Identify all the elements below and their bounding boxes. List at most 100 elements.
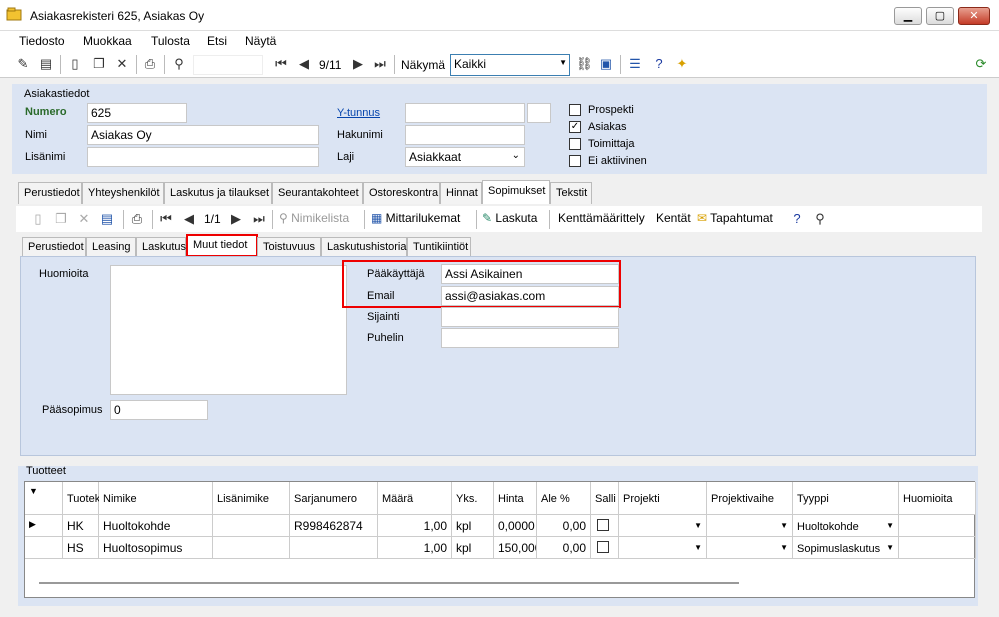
- cell-yks[interactable]: kpl: [452, 537, 494, 559]
- cell-hinta[interactable]: 150,0000: [494, 537, 537, 559]
- last-record-icon[interactable]: ⏭: [372, 56, 388, 72]
- event-icon[interactable]: ✦: [674, 56, 690, 72]
- save-icon[interactable]: ▤: [99, 211, 115, 227]
- cell-nimike[interactable]: Huoltokohde: [99, 515, 213, 537]
- print-icon[interactable]: ⎙: [142, 56, 158, 72]
- row-selector[interactable]: [25, 537, 63, 559]
- copy-icon[interactable]: ❐: [91, 56, 107, 72]
- column-header[interactable]: Ale %: [537, 482, 591, 515]
- tab-sopimukset[interactable]: Sopimukset: [482, 180, 550, 204]
- sijainti-field[interactable]: [441, 307, 619, 327]
- menu-tulosta[interactable]: Tulosta: [151, 34, 190, 48]
- new-icon[interactable]: ▯: [67, 56, 83, 72]
- cell-hinta[interactable]: 0,0000: [494, 515, 537, 537]
- numero-field[interactable]: 625: [87, 103, 187, 123]
- search-input[interactable]: [193, 55, 263, 75]
- kentat-button[interactable]: Kentät: [656, 211, 691, 225]
- first-record-icon[interactable]: ⏮: [273, 56, 289, 72]
- puhelin-field[interactable]: [441, 328, 619, 348]
- cell-ale[interactable]: 0,00: [537, 537, 591, 559]
- nimi-field[interactable]: Asiakas Oy: [87, 125, 319, 145]
- laskuta-button[interactable]: ✎ Laskuta: [482, 211, 537, 225]
- menu-muokkaa[interactable]: Muokkaa: [83, 34, 132, 48]
- column-header[interactable]: Projektivaihe: [707, 482, 793, 515]
- next-record-icon[interactable]: ▶: [228, 211, 244, 227]
- tab-seurantakohteet[interactable]: Seurantakohteet: [272, 182, 363, 204]
- close-button[interactable]: ✕: [958, 7, 990, 25]
- subtab-muut-tiedot[interactable]: Muut tiedot: [186, 234, 258, 257]
- column-header[interactable]: Lisänimike: [213, 482, 290, 515]
- column-header[interactable]: Hinta: [494, 482, 537, 515]
- row-selector[interactable]: ▶: [25, 515, 63, 537]
- first-record-icon[interactable]: ⏮: [158, 211, 174, 227]
- cell-tyyppi[interactable]: Sopimuslaskutus ▼: [793, 537, 899, 559]
- cell-yks[interactable]: kpl: [452, 515, 494, 537]
- subtab-laskutus[interactable]: Laskutus: [136, 237, 186, 256]
- subtab-tuntikiinti-t[interactable]: Tuntikiintiöt: [407, 237, 471, 256]
- cell-lisanimike[interactable]: [213, 515, 290, 537]
- ytunnus-field[interactable]: [405, 103, 525, 123]
- last-record-icon[interactable]: ⏭: [251, 211, 267, 227]
- paakayttaja-field[interactable]: Assi Asikainen: [441, 264, 619, 284]
- cell-projektivaihe[interactable]: ▼: [707, 515, 793, 537]
- delete-icon[interactable]: ✕: [114, 56, 130, 72]
- mittarilukemat-button[interactable]: ▦ Mittarilukemat: [371, 211, 460, 225]
- cell-huomioita[interactable]: [899, 515, 976, 537]
- column-header[interactable]: Yks.: [452, 482, 494, 515]
- maximize-button[interactable]: ▢: [926, 7, 954, 25]
- subtab-leasing[interactable]: Leasing: [86, 237, 136, 256]
- email-field[interactable]: assi@asiakas.com: [441, 286, 619, 306]
- help-icon[interactable]: ?: [651, 56, 667, 72]
- previous-record-icon[interactable]: ◀: [296, 56, 312, 72]
- checkbox[interactable]: ✓: [569, 121, 581, 133]
- menu-tiedosto[interactable]: Tiedosto: [19, 34, 65, 48]
- copy-icon[interactable]: ❐: [53, 211, 69, 227]
- view-select[interactable]: Kaikki ▼: [450, 54, 570, 76]
- new-icon[interactable]: ▯: [30, 211, 46, 227]
- subtab-laskutushistoria[interactable]: Laskutushistoria: [321, 237, 407, 256]
- minimize-button[interactable]: ▁: [894, 7, 922, 25]
- cell-lisanimike[interactable]: [213, 537, 290, 559]
- salli-checkbox[interactable]: [597, 541, 609, 553]
- checkbox[interactable]: [569, 138, 581, 150]
- tab-yhteyshenkil-t[interactable]: Yhteyshenkilöt: [82, 182, 164, 204]
- cell-nimike[interactable]: Huoltosopimus: [99, 537, 213, 559]
- next-record-icon[interactable]: ▶: [350, 56, 366, 72]
- cell-tyyppi[interactable]: Huoltokohde ▼: [793, 515, 899, 537]
- paasopimus-field[interactable]: 0: [110, 400, 208, 420]
- kenttamaarittely-button[interactable]: Kenttämäärittely: [558, 211, 645, 225]
- cell-tuotekoodi[interactable]: HS: [63, 537, 99, 559]
- salli-checkbox[interactable]: [597, 519, 609, 531]
- edit-icon[interactable]: ✎: [15, 56, 31, 72]
- cell-projekti[interactable]: ▼: [619, 537, 707, 559]
- cell-sarjanumero[interactable]: [290, 537, 378, 559]
- cell-huomioita[interactable]: [899, 537, 976, 559]
- checkbox[interactable]: [569, 104, 581, 116]
- column-header[interactable]: Salli 0%.: [591, 482, 638, 515]
- hakunimi-field[interactable]: [405, 125, 525, 145]
- menu-nayta[interactable]: Näytä: [245, 34, 276, 48]
- column-header[interactable]: Määrä: [378, 482, 452, 515]
- tapahtumat-button[interactable]: ✉ Tapahtumat: [697, 211, 773, 225]
- search-icon[interactable]: ⚲: [812, 211, 828, 227]
- link-icon[interactable]: ⛓: [576, 56, 593, 72]
- tab-ostoreskontra[interactable]: Ostoreskontra: [363, 182, 440, 204]
- cell-ale[interactable]: 0,00: [537, 515, 591, 537]
- cell-projekti[interactable]: ▼: [619, 515, 707, 537]
- document-icon[interactable]: ▣: [598, 56, 614, 72]
- print-icon[interactable]: ⎙: [129, 211, 145, 227]
- column-header[interactable]: Tuotekoodi: [63, 482, 121, 515]
- cell-sarjanumero[interactable]: R998462874: [290, 515, 378, 537]
- checkbox[interactable]: [569, 155, 581, 167]
- help-icon[interactable]: ?: [789, 211, 805, 227]
- save-icon[interactable]: ▤: [38, 56, 54, 72]
- column-header[interactable]: Sarjanumero: [290, 482, 378, 515]
- cell-maara[interactable]: 1,00: [378, 537, 452, 559]
- refresh-icon[interactable]: ⟳: [973, 56, 989, 72]
- ytunnus-link[interactable]: Y-tunnus: [337, 107, 380, 119]
- tab-hinnat[interactable]: Hinnat: [440, 182, 482, 204]
- tab-tekstit[interactable]: Tekstit: [550, 182, 592, 204]
- column-header[interactable]: Tyyppi: [793, 482, 899, 515]
- ytunnus-extra-field[interactable]: [527, 103, 551, 123]
- search-icon[interactable]: ⚲: [171, 56, 187, 72]
